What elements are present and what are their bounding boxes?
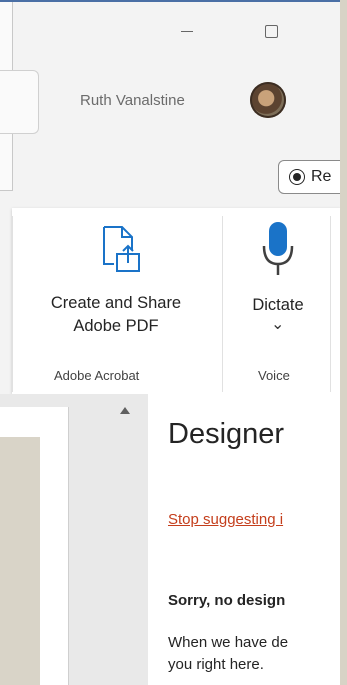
- maximize-icon: [264, 24, 278, 38]
- designer-message-line1: When we have de: [168, 634, 289, 651]
- ribbon-separator: [12, 216, 13, 392]
- stop-suggesting-link[interactable]: Stop suggesting i: [168, 511, 283, 528]
- search-box[interactable]: [0, 70, 39, 134]
- create-pdf-share-icon: [103, 226, 140, 272]
- word-window: Ruth Vanalstine Re Create and Share Adob…: [0, 0, 340, 685]
- designer-message-line2: you right here.: [168, 655, 264, 673]
- ribbon: Create and Share Adobe PDF Adobe Acrobat…: [12, 208, 340, 394]
- maximize-button[interactable]: [256, 16, 286, 46]
- avatar[interactable]: [250, 82, 286, 118]
- page-content: [0, 437, 40, 685]
- record-button[interactable]: Re: [278, 160, 340, 194]
- minimize-button[interactable]: [172, 16, 202, 46]
- designer-message: When we have de you right here.: [168, 632, 288, 676]
- create-share-label-line2: Adobe PDF: [73, 317, 159, 336]
- no-designs-heading: Sorry, no design: [168, 592, 286, 609]
- document-page[interactable]: [0, 407, 69, 685]
- title-bar: [0, 2, 340, 57]
- record-label: Re: [311, 168, 332, 185]
- dictate-button[interactable]: Dictate ⌄: [228, 212, 328, 362]
- group-label-adobe-acrobat: Adobe Acrobat: [54, 368, 140, 383]
- designer-title: Designer: [168, 418, 285, 450]
- record-icon: [289, 169, 305, 185]
- create-share-pdf-button[interactable]: Create and Share Adobe PDF: [16, 212, 216, 362]
- document-area[interactable]: [0, 394, 148, 685]
- designer-pane: Designer Stop suggesting i Sorry, no des…: [148, 394, 340, 685]
- desktop-background: [340, 0, 347, 685]
- ribbon-separator: [330, 216, 331, 392]
- minimize-icon: [181, 30, 193, 32]
- account-name[interactable]: Ruth Vanalstine: [80, 92, 185, 109]
- chevron-down-icon[interactable]: ⌄: [271, 314, 284, 334]
- microphone-icon: [262, 222, 294, 275]
- scroll-up-arrow-icon[interactable]: [120, 407, 130, 414]
- group-label-voice: Voice: [258, 368, 290, 383]
- create-share-label-line1: Create and Share: [50, 294, 182, 312]
- ribbon-separator: [222, 216, 223, 392]
